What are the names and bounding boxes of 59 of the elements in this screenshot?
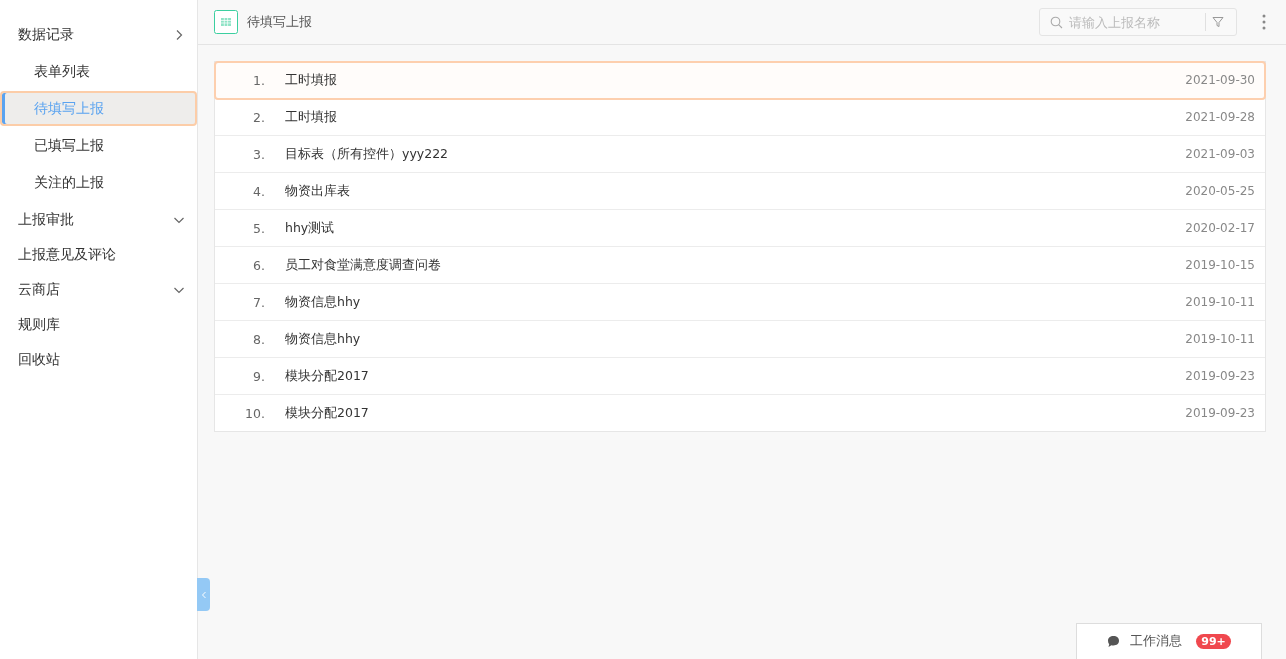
report-date: 2020-02-17 [1185, 221, 1255, 235]
report-name: hhy测试 [285, 219, 336, 237]
row-number: 4. [252, 183, 265, 199]
report-name: 目标表（所有控件）yyy222 [285, 145, 450, 163]
row-number: 3. [252, 146, 265, 162]
report-date: 2020-05-25 [1185, 184, 1255, 198]
row-number: 2. [252, 109, 265, 125]
row-number: 7. [252, 294, 265, 310]
report-name: 工时填报 [285, 108, 338, 126]
list-row[interactable]: 5. hhy测试 2020-02-17 [215, 210, 1265, 247]
report-name: 员工对食堂满意度调查问卷 [285, 256, 442, 274]
sidebar-subitem[interactable]: 已填写上报 [0, 128, 197, 163]
report-name: 物资出库表 [285, 182, 351, 200]
list-row[interactable]: 6. 员工对食堂满意度调查问卷 2019-10-15 [215, 247, 1265, 284]
table-icon [214, 10, 238, 34]
filter-icon[interactable] [1212, 16, 1224, 28]
report-date: 2021-09-03 [1185, 147, 1255, 161]
report-date: 2019-10-11 [1185, 295, 1255, 309]
list-row[interactable]: 1. 工时填报 2021-09-30 [215, 62, 1265, 99]
row-number: 5. [252, 220, 265, 236]
list-row[interactable]: 8. 物资信息hhy 2019-10-11 [215, 321, 1265, 358]
report-date: 2019-09-23 [1185, 406, 1255, 420]
list-row[interactable]: 10. 模块分配2017 2019-09-23 [215, 395, 1265, 431]
list-row[interactable]: 2. 工时填报 2021-09-28 [215, 99, 1265, 136]
sidebar-item[interactable]: 云商店 [0, 272, 197, 307]
sidebar-item[interactable]: 规则库 [0, 307, 197, 342]
list-row[interactable]: 9. 模块分配2017 2019-09-23 [215, 358, 1265, 395]
search-icon [1050, 15, 1063, 29]
report-date: 2021-09-28 [1185, 110, 1255, 124]
report-date: 2019-10-15 [1185, 258, 1255, 272]
row-number: 10. [244, 405, 265, 421]
sidebar-item[interactable]: 回收站 [0, 342, 197, 377]
report-date: 2019-10-11 [1185, 332, 1255, 346]
report-name: 模块分配2017 [285, 367, 370, 385]
list-row[interactable]: 3. 目标表（所有控件）yyy222 2021-09-03 [215, 136, 1265, 173]
sidebar-item[interactable]: 上报审批 [0, 202, 197, 237]
sidebar-subitem[interactable]: 关注的上报 [0, 165, 197, 200]
page-title: 待填写上报 [247, 13, 313, 31]
row-number: 6. [252, 257, 265, 273]
report-name: 物资信息hhy [285, 330, 362, 348]
unread-badge: 99+ [1196, 634, 1231, 649]
chat-bubble-icon [1107, 635, 1121, 648]
sidebar-subitem[interactable]: 表单列表 [0, 54, 197, 89]
row-number: 9. [252, 368, 265, 384]
more-icon[interactable] [1262, 14, 1266, 30]
row-number: 8. [252, 331, 265, 347]
report-date: 2019-09-23 [1185, 369, 1255, 383]
report-date: 2021-09-30 [1185, 73, 1255, 87]
report-name: 工时填报 [285, 71, 338, 89]
list-row[interactable]: 4. 物资出库表 2020-05-25 [215, 173, 1265, 210]
messages-button[interactable]: 工作消息 99+ [1076, 623, 1262, 659]
collapse-handle[interactable] [197, 578, 210, 611]
messages-label: 工作消息 [1130, 633, 1183, 650]
list-row[interactable]: 7. 物资信息hhy 2019-10-11 [215, 284, 1265, 321]
row-number: 1. [252, 72, 265, 88]
report-name: 模块分配2017 [285, 404, 370, 422]
report-name: 物资信息hhy [285, 293, 362, 311]
sidebar-item[interactable]: 数据记录 [0, 17, 197, 52]
sidebar-item[interactable]: 上报意见及评论 [0, 237, 197, 272]
